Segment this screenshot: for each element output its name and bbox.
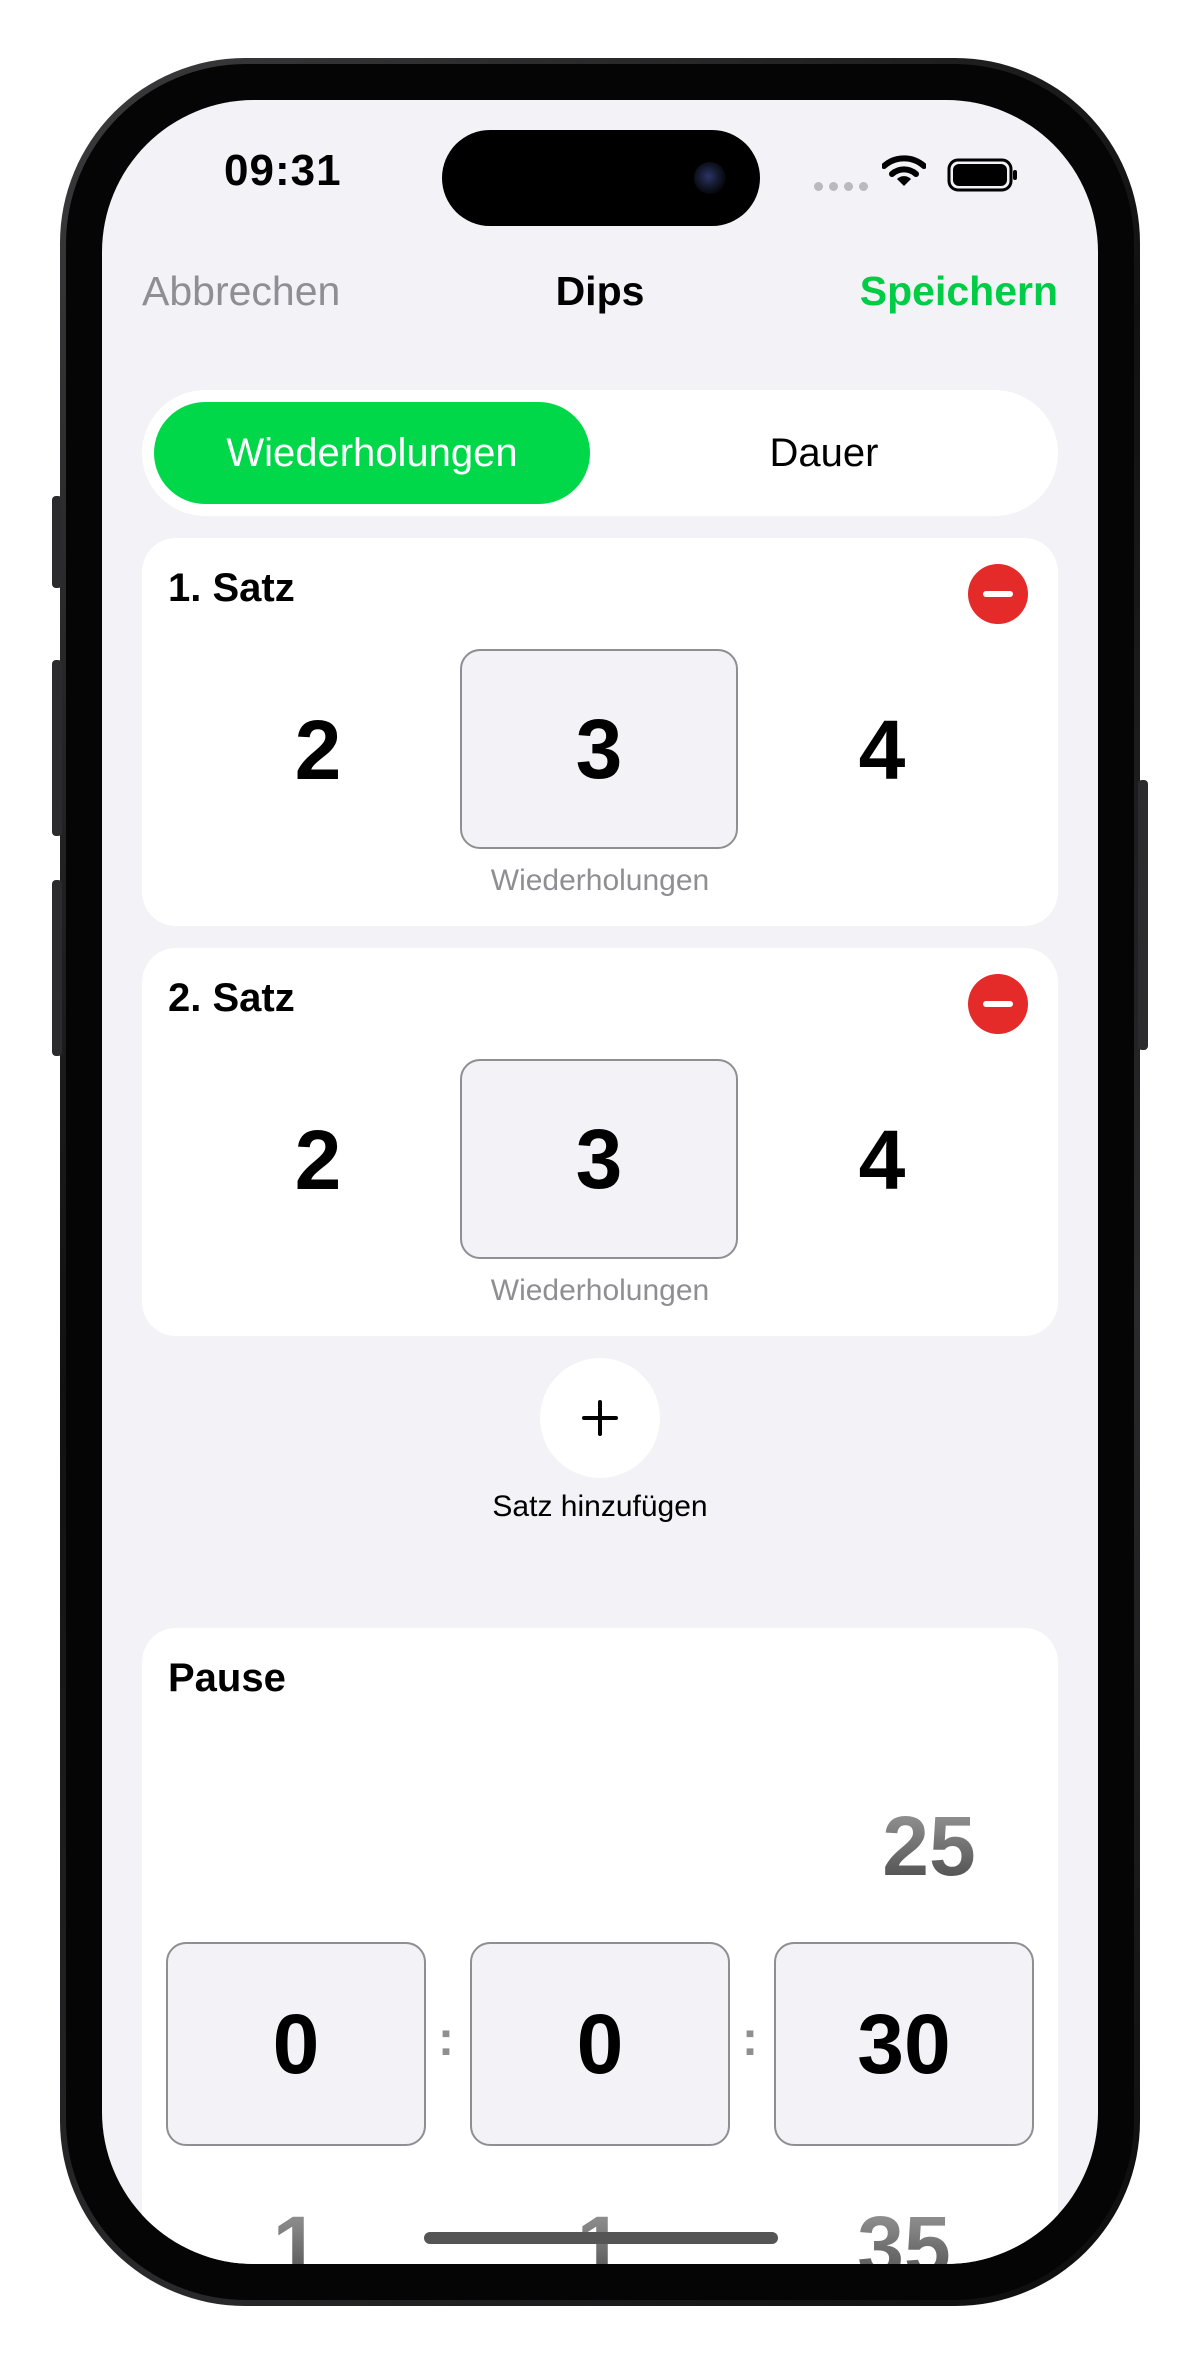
picker-next-value[interactable]: 4 bbox=[822, 708, 942, 792]
remove-set-button[interactable] bbox=[968, 564, 1028, 624]
hours-next-value[interactable]: 1 bbox=[167, 2204, 425, 2264]
picker-previous-value[interactable]: 2 bbox=[258, 708, 378, 792]
set-card: 1. Satz 2 3 4 Wiederholungen bbox=[142, 538, 1058, 926]
cellular-signal-icon bbox=[814, 182, 868, 191]
dynamic-island bbox=[442, 130, 760, 226]
wifi-icon bbox=[882, 155, 926, 186]
mode-segmented-control: Wiederholungen Dauer bbox=[142, 390, 1058, 516]
set-title: 2. Satz bbox=[168, 976, 295, 1020]
picker-unit-label: Wiederholungen bbox=[490, 1274, 710, 1307]
seconds-picker[interactable]: 30 bbox=[774, 1942, 1034, 2146]
battery-icon bbox=[947, 158, 1017, 192]
segment-repetitions[interactable]: Wiederholungen bbox=[154, 402, 590, 504]
cancel-button[interactable]: Abbrechen bbox=[142, 268, 340, 315]
camera-icon bbox=[694, 162, 726, 194]
volume-down-button bbox=[52, 880, 62, 1056]
picker-selected-value[interactable]: 3 bbox=[460, 649, 738, 849]
plus-icon bbox=[582, 1400, 618, 1436]
action-button bbox=[52, 496, 62, 588]
power-button bbox=[1138, 780, 1148, 1050]
time-separator: : bbox=[742, 2013, 758, 2066]
status-time: 09:31 bbox=[224, 146, 342, 195]
volume-up-button bbox=[52, 660, 62, 836]
picker-next-value[interactable]: 4 bbox=[822, 1118, 942, 1202]
remove-set-button[interactable] bbox=[968, 974, 1028, 1034]
segment-duration[interactable]: Dauer bbox=[602, 402, 1046, 504]
hours-picker[interactable]: 0 bbox=[166, 1942, 426, 2146]
save-button[interactable]: Speichern bbox=[860, 268, 1058, 315]
add-set-label: Satz hinzufügen bbox=[492, 1490, 708, 1523]
picker-unit-label: Wiederholungen bbox=[490, 864, 710, 897]
minutes-picker[interactable]: 0 bbox=[470, 1942, 730, 2146]
screen: 09:31 Abbrechen Dips Speichern Wiederhol… bbox=[102, 100, 1098, 2264]
pause-title: Pause bbox=[168, 1656, 286, 1700]
picker-selected-value[interactable]: 3 bbox=[460, 1059, 738, 1259]
set-title: 1. Satz bbox=[168, 566, 295, 610]
seconds-previous-value[interactable]: 25 bbox=[800, 1804, 1058, 1888]
pause-card: Pause 25 0 : 0 : 30 1 1 35 bbox=[142, 1628, 1058, 2264]
add-set-button[interactable] bbox=[540, 1358, 660, 1478]
seconds-next-value[interactable]: 35 bbox=[775, 2204, 1033, 2264]
set-card: 2. Satz 2 3 4 Wiederholungen bbox=[142, 948, 1058, 1336]
picker-previous-value[interactable]: 2 bbox=[258, 1118, 378, 1202]
home-indicator[interactable] bbox=[424, 2232, 778, 2244]
time-separator: : bbox=[438, 2013, 454, 2066]
